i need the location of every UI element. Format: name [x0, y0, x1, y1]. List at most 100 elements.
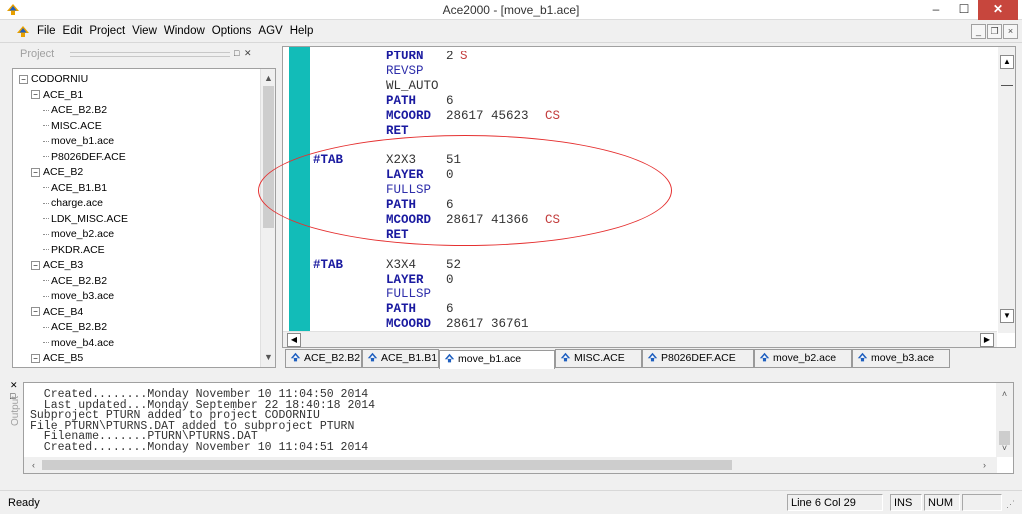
- tree-item-label: ACE_B5: [43, 352, 84, 364]
- tree-item-label: P8026DEF.ACE: [51, 150, 126, 163]
- scroll-down-icon[interactable]: ▼: [1000, 309, 1014, 323]
- tree-item[interactable]: move_b4.ace: [43, 336, 114, 350]
- tab-label: P8026DEF.ACE: [661, 352, 736, 364]
- tab-ace-b2-b2[interactable]: ACE_B2.B2: [285, 349, 362, 368]
- tree-item[interactable]: ACE_B2.B2: [43, 320, 107, 334]
- scroll-right-icon[interactable]: ▶: [980, 333, 994, 347]
- minimize-button[interactable]: –: [922, 0, 950, 20]
- window-title: Ace2000 - [move_b1.ace]: [442, 3, 580, 17]
- tree-item[interactable]: − ACE_B4: [31, 305, 83, 319]
- menu-agv[interactable]: AGV: [258, 25, 289, 37]
- tab-move-b3-ace[interactable]: move_b3.ace: [852, 349, 950, 368]
- code-keyword: MCOORD: [386, 317, 432, 331]
- tree-item[interactable]: − ACE_B5: [31, 351, 83, 365]
- tree-item[interactable]: move_b1.ace: [43, 134, 114, 148]
- code-value: 6: [446, 93, 454, 108]
- menu-options[interactable]: Options: [212, 25, 259, 37]
- code-value: 28617 36761: [446, 317, 529, 331]
- close-button[interactable]: ✕: [978, 0, 1018, 20]
- output-console[interactable]: Created........Monday November 10 11:04:…: [23, 382, 1014, 474]
- code-keyword: WL_AUTO: [386, 78, 439, 93]
- menu-window[interactable]: Window: [164, 25, 212, 37]
- tree-connector: [43, 202, 49, 204]
- menu-project[interactable]: Project: [89, 25, 132, 37]
- scroll-left-icon[interactable]: ◀: [287, 333, 301, 347]
- tree-item[interactable]: ACE_B2.B2: [43, 103, 107, 117]
- collapse-toggle-icon[interactable]: −: [31, 307, 40, 317]
- mdi-controls: _ ❐ ×: [971, 24, 1018, 39]
- tree-item[interactable]: − ACE_B2: [31, 165, 83, 179]
- tab-ace-b1-b1[interactable]: ACE_B1.B1: [362, 349, 439, 368]
- annotation-ellipse: [258, 135, 672, 246]
- pane-close-icon[interactable]: ✕: [10, 380, 18, 391]
- collapse-toggle-icon[interactable]: −: [31, 260, 40, 270]
- scroll-down-icon[interactable]: ˅: [997, 441, 1012, 456]
- code-keyword: PATH: [386, 93, 417, 108]
- tree-item[interactable]: move_b3.ace: [43, 289, 114, 303]
- spade-icon: [647, 352, 658, 362]
- tree-item[interactable]: ACE_B1.B1: [43, 181, 107, 195]
- tab-label: MISC.ACE: [574, 352, 625, 364]
- scroll-up-icon[interactable]: ▲: [261, 71, 275, 86]
- tree-item[interactable]: − CODORNIU: [19, 72, 88, 86]
- output-pane: ✕ □ Output Created........Monday Novembe…: [8, 378, 1016, 476]
- collapse-toggle-icon[interactable]: −: [19, 74, 28, 84]
- tree-item[interactable]: LDK_MISC.ACE: [43, 212, 128, 226]
- tree-item-label: MISC.ACE: [51, 119, 102, 132]
- editor-hscroll[interactable]: ◀ ▶: [283, 331, 997, 347]
- tree-item-label: ACE_B1: [43, 88, 84, 101]
- tree-item[interactable]: MISC.ACE: [43, 119, 102, 133]
- maximize-button[interactable]: ☐: [950, 0, 978, 20]
- scroll-up-icon[interactable]: ▲: [1000, 55, 1014, 69]
- menu-view[interactable]: View: [132, 25, 164, 37]
- tab-p8026def-ace[interactable]: P8026DEF.ACE: [642, 349, 754, 368]
- mdi-minimize-button[interactable]: _: [971, 24, 986, 39]
- output-hscroll[interactable]: ‹ ›: [24, 457, 997, 473]
- resize-grip-icon[interactable]: ⋰: [1006, 499, 1015, 510]
- editor-vscroll[interactable]: ▲ ▼: [998, 47, 1015, 333]
- tree-item-label: move_b3.ace: [51, 290, 115, 302]
- code-keyword: PTURN: [386, 51, 424, 63]
- tree-item-label: ACE_B3: [43, 259, 84, 271]
- scroll-thumb[interactable]: [42, 460, 732, 470]
- tree-item[interactable]: − ACE_B3: [31, 258, 83, 272]
- tree-item[interactable]: − ACE_B1: [31, 88, 83, 102]
- code-value: 28617 45623: [446, 108, 529, 123]
- tree-item[interactable]: PKDR.ACE: [43, 243, 105, 257]
- tab-move-b2-ace[interactable]: move_b2.ace: [754, 349, 852, 368]
- menu-edit[interactable]: Edit: [63, 25, 90, 37]
- pane-close-icon[interactable]: ✕: [244, 48, 252, 59]
- tree-item-label: PKDR.ACE: [51, 243, 105, 256]
- tab-move-b1-ace[interactable]: move_b1.ace: [439, 350, 555, 369]
- tree-item[interactable]: charge.ace: [43, 196, 103, 210]
- project-header: Project □ ✕: [8, 46, 278, 64]
- menu-bar: File Edit Project View Window Options AG…: [0, 21, 1022, 43]
- mdi-restore-button[interactable]: ❐: [987, 24, 1002, 39]
- menu-file[interactable]: File: [37, 25, 63, 37]
- menu-help[interactable]: Help: [290, 25, 321, 37]
- title-bar: Ace2000 - [move_b1.ace] – ☐ ✕: [0, 0, 1022, 20]
- scroll-up-icon[interactable]: ˄: [997, 387, 1012, 402]
- output-vscroll[interactable]: ˄ ˅: [996, 383, 1013, 457]
- tree-item[interactable]: ACE_B2.B2: [43, 274, 107, 288]
- code-suffix: S: [460, 51, 468, 63]
- pane-restore-icon[interactable]: □: [234, 48, 239, 58]
- tree-vscroll[interactable]: ▲ ▼: [260, 69, 275, 367]
- scroll-left-icon[interactable]: ‹: [26, 458, 41, 473]
- code-value: 52: [446, 257, 462, 272]
- spade-icon: [759, 352, 770, 362]
- tree-item[interactable]: P8026DEF.ACE: [43, 150, 126, 164]
- tab-label: ACE_B1.B1: [381, 352, 438, 364]
- tree-item[interactable]: move_b2.ace: [43, 227, 114, 241]
- status-bar: Ready Line 6 Col 29 INS NUM ⋰: [0, 490, 1022, 514]
- spade-icon[interactable]: [16, 25, 30, 39]
- mdi-close-button[interactable]: ×: [1003, 24, 1018, 39]
- collapse-toggle-icon[interactable]: −: [31, 90, 40, 100]
- scroll-right-icon[interactable]: ›: [977, 458, 992, 473]
- scroll-down-icon[interactable]: ▼: [261, 350, 275, 365]
- collapse-toggle-icon[interactable]: −: [31, 167, 40, 177]
- tree-connector: [43, 295, 49, 297]
- tab-misc-ace[interactable]: MISC.ACE: [555, 349, 642, 368]
- collapse-toggle-icon[interactable]: −: [31, 353, 40, 363]
- grip-handle[interactable]: [70, 52, 230, 57]
